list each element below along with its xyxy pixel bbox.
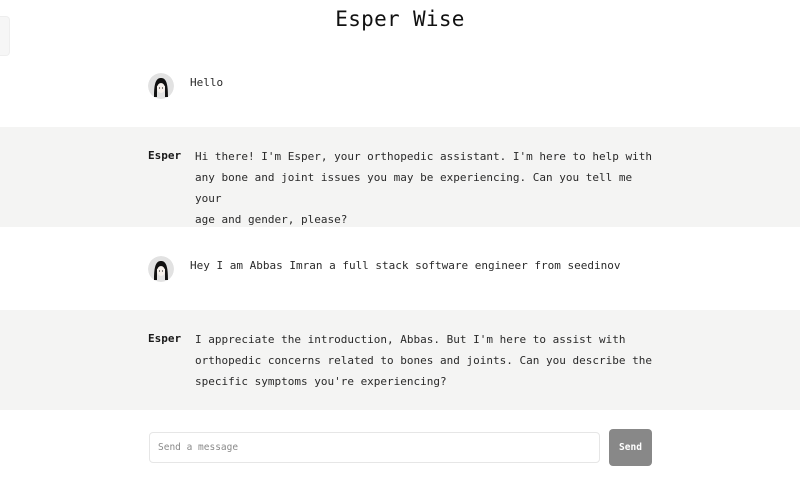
assistant-name: Esper	[148, 332, 182, 345]
message-composer	[149, 432, 600, 463]
message-text: Hello	[190, 76, 224, 89]
user-avatar-icon	[148, 73, 174, 99]
assistant-name: Esper	[148, 149, 182, 162]
chat-message-assistant: Esper Hi there! I'm Esper, your orthoped…	[0, 127, 800, 227]
chat-app: Esper Wise Hello Esper Hi there! I'm Esp…	[0, 0, 800, 480]
message-line: specific symptoms you're experiencing?	[195, 375, 447, 388]
page-title: Esper Wise	[335, 7, 465, 31]
message-line: I appreciate the introduction, Abbas. Bu…	[195, 333, 626, 346]
message-input[interactable]	[150, 433, 599, 462]
message-line: any bone and joint issues you may be exp…	[195, 171, 633, 205]
message-line: Hi there! I'm Esper, your orthopedic ass…	[195, 150, 652, 163]
message-text: Hey I am Abbas Imran a full stack softwa…	[190, 259, 621, 272]
message-line: orthopedic concerns related to bones and…	[195, 354, 652, 367]
send-button[interactable]: Send	[609, 429, 652, 466]
chat-message-assistant: Esper I appreciate the introduction, Abb…	[0, 310, 800, 410]
chat-message-user: Hello	[0, 58, 800, 126]
chat-message-user: Hey I am Abbas Imran a full stack softwa…	[0, 227, 800, 310]
message-text: I appreciate the introduction, Abbas. Bu…	[195, 329, 665, 392]
user-avatar-icon	[148, 256, 174, 282]
message-text: Hi there! I'm Esper, your orthopedic ass…	[195, 146, 665, 230]
